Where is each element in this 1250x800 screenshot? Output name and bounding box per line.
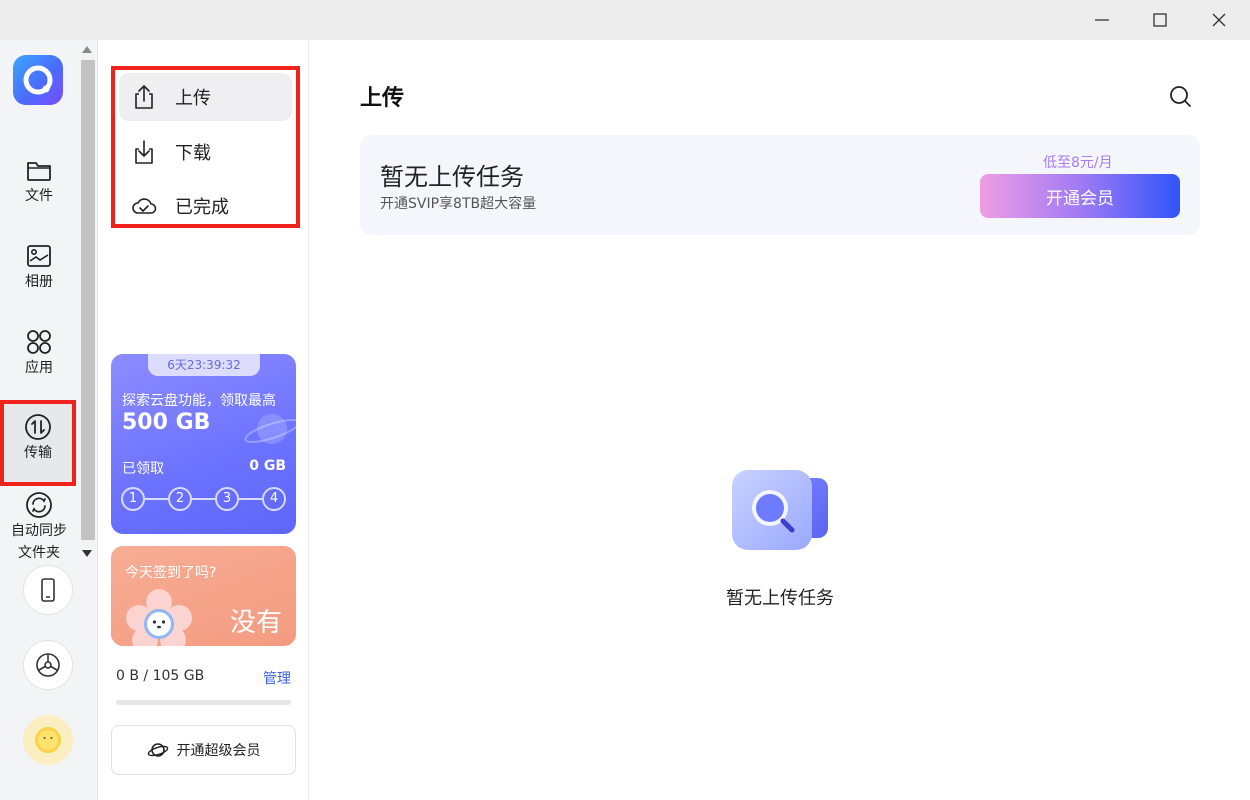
menu-item-download[interactable]: 下载 <box>119 128 292 176</box>
avatar[interactable] <box>23 715 73 765</box>
upload-icon <box>135 85 153 109</box>
banner-heading: 暂无上传任务 <box>380 163 524 191</box>
banner-subtext: 开通SVIP享8TB超大容量 <box>380 196 537 212</box>
rail-item-album[interactable]: 相册 <box>0 241 78 291</box>
cloud-done-icon <box>132 198 157 214</box>
rail-item-label: 文件 <box>25 188 53 204</box>
storage-progress-bar <box>116 700 291 705</box>
title-bar <box>0 0 1250 40</box>
promo-steps: 1 2 3 4 <box>121 487 287 511</box>
close-button[interactable] <box>1190 0 1248 40</box>
left-rail: 文件 相册 应用 传输 自动同步 文件夹 <box>0 40 98 800</box>
apps-icon <box>27 330 51 354</box>
transfer-menu: 上传 下载 已完成 <box>111 66 300 228</box>
promo-claimed-value: 0 GB <box>249 458 286 474</box>
sun-avatar-icon <box>35 727 61 753</box>
storage-promo-card[interactable]: 6天23:39:32 探索云盘功能，领取最高 500 GB 已领取 0 GB 1… <box>111 354 296 534</box>
search-button[interactable] <box>1168 84 1194 110</box>
planet-icon <box>244 414 296 444</box>
promo-text: 探索云盘功能，领取最高 <box>122 393 276 409</box>
banner-price: 低至8元/月 <box>1043 155 1113 171</box>
daily-signin-card[interactable]: 今天签到了吗? 没有 <box>111 546 296 646</box>
settings-icon <box>36 653 60 677</box>
rail-item-label: 自动同步 <box>11 523 67 539</box>
menu-item-completed[interactable]: 已完成 <box>119 182 292 230</box>
folder-icon <box>27 162 51 181</box>
step-connector <box>192 498 215 500</box>
minimize-button[interactable] <box>1073 0 1131 40</box>
signin-answer: 没有 <box>229 608 282 638</box>
menu-item-upload[interactable]: 上传 <box>119 73 292 121</box>
open-vip-button[interactable]: 开通会员 <box>980 174 1180 218</box>
maximize-button[interactable] <box>1131 0 1189 40</box>
promo-timer: 6天23:39:32 <box>148 354 260 376</box>
rail-item-auto-sync[interactable]: 自动同步 文件夹 <box>0 490 78 562</box>
rail-item-apps[interactable]: 应用 <box>0 327 78 377</box>
step-connector <box>239 498 262 500</box>
search-icon <box>1170 86 1191 107</box>
open-svip-button[interactable]: 开通超级会员 <box>111 725 296 775</box>
menu-item-label: 上传 <box>175 88 211 109</box>
phone-icon <box>41 578 55 602</box>
menu-item-label: 下载 <box>175 143 211 164</box>
step-connector <box>145 498 168 500</box>
scroll-down-arrow-icon[interactable] <box>82 550 92 557</box>
transfer-panel: 上传 下载 已完成 6天23:39:32 探索云盘功能，领取最高 500 GB … <box>99 40 309 800</box>
minimize-icon <box>1095 19 1109 21</box>
rail-item-label: 应用 <box>25 360 53 376</box>
page-title: 上传 <box>360 86 405 111</box>
maximize-icon <box>1153 13 1167 27</box>
rail-item-label-line2: 文件夹 <box>18 545 60 561</box>
rail-item-files[interactable]: 文件 <box>0 155 78 205</box>
app-logo <box>13 55 63 105</box>
vip-banner: 暂无上传任务 开通SVIP享8TB超大容量 低至8元/月 开通会员 <box>360 135 1200 235</box>
menu-item-label: 已完成 <box>175 197 229 218</box>
rail-item-label: 传输 <box>24 445 52 461</box>
rail-item-transfer[interactable]: 传输 <box>0 400 76 486</box>
promo-step: 2 <box>168 487 192 511</box>
storage-usage: 0 B / 105 GB <box>116 668 205 684</box>
main-content: 上传 暂无上传任务 开通SVIP享8TB超大容量 低至8元/月 开通会员 暂无上… <box>310 40 1250 800</box>
rail-item-label: 相册 <box>25 274 53 290</box>
download-icon <box>135 140 153 164</box>
planet-small-icon <box>147 743 168 757</box>
sync-icon <box>26 492 52 518</box>
logo-icon <box>23 65 53 95</box>
empty-search-illustration-icon <box>732 470 828 550</box>
promo-step: 3 <box>215 487 239 511</box>
promo-claimed-label: 已领取 <box>122 461 164 477</box>
scroll-thumb[interactable] <box>81 60 95 540</box>
manage-storage-link[interactable]: 管理 <box>263 668 291 688</box>
empty-state-text: 暂无上传任务 <box>726 588 834 609</box>
phone-button[interactable] <box>23 565 73 615</box>
promo-step: 1 <box>121 487 145 511</box>
promo-amount: 500 GB <box>122 410 211 435</box>
flower-mascot-icon <box>126 589 192 646</box>
transfer-icon <box>25 414 51 440</box>
promo-step: 4 <box>262 487 286 511</box>
open-svip-label: 开通超级会员 <box>176 743 261 759</box>
signin-question: 今天签到了吗? <box>125 565 217 581</box>
settings-button[interactable] <box>23 640 73 690</box>
photo-album-icon <box>27 245 51 267</box>
scroll-up-arrow-icon[interactable] <box>82 46 92 53</box>
close-icon <box>1212 13 1226 27</box>
